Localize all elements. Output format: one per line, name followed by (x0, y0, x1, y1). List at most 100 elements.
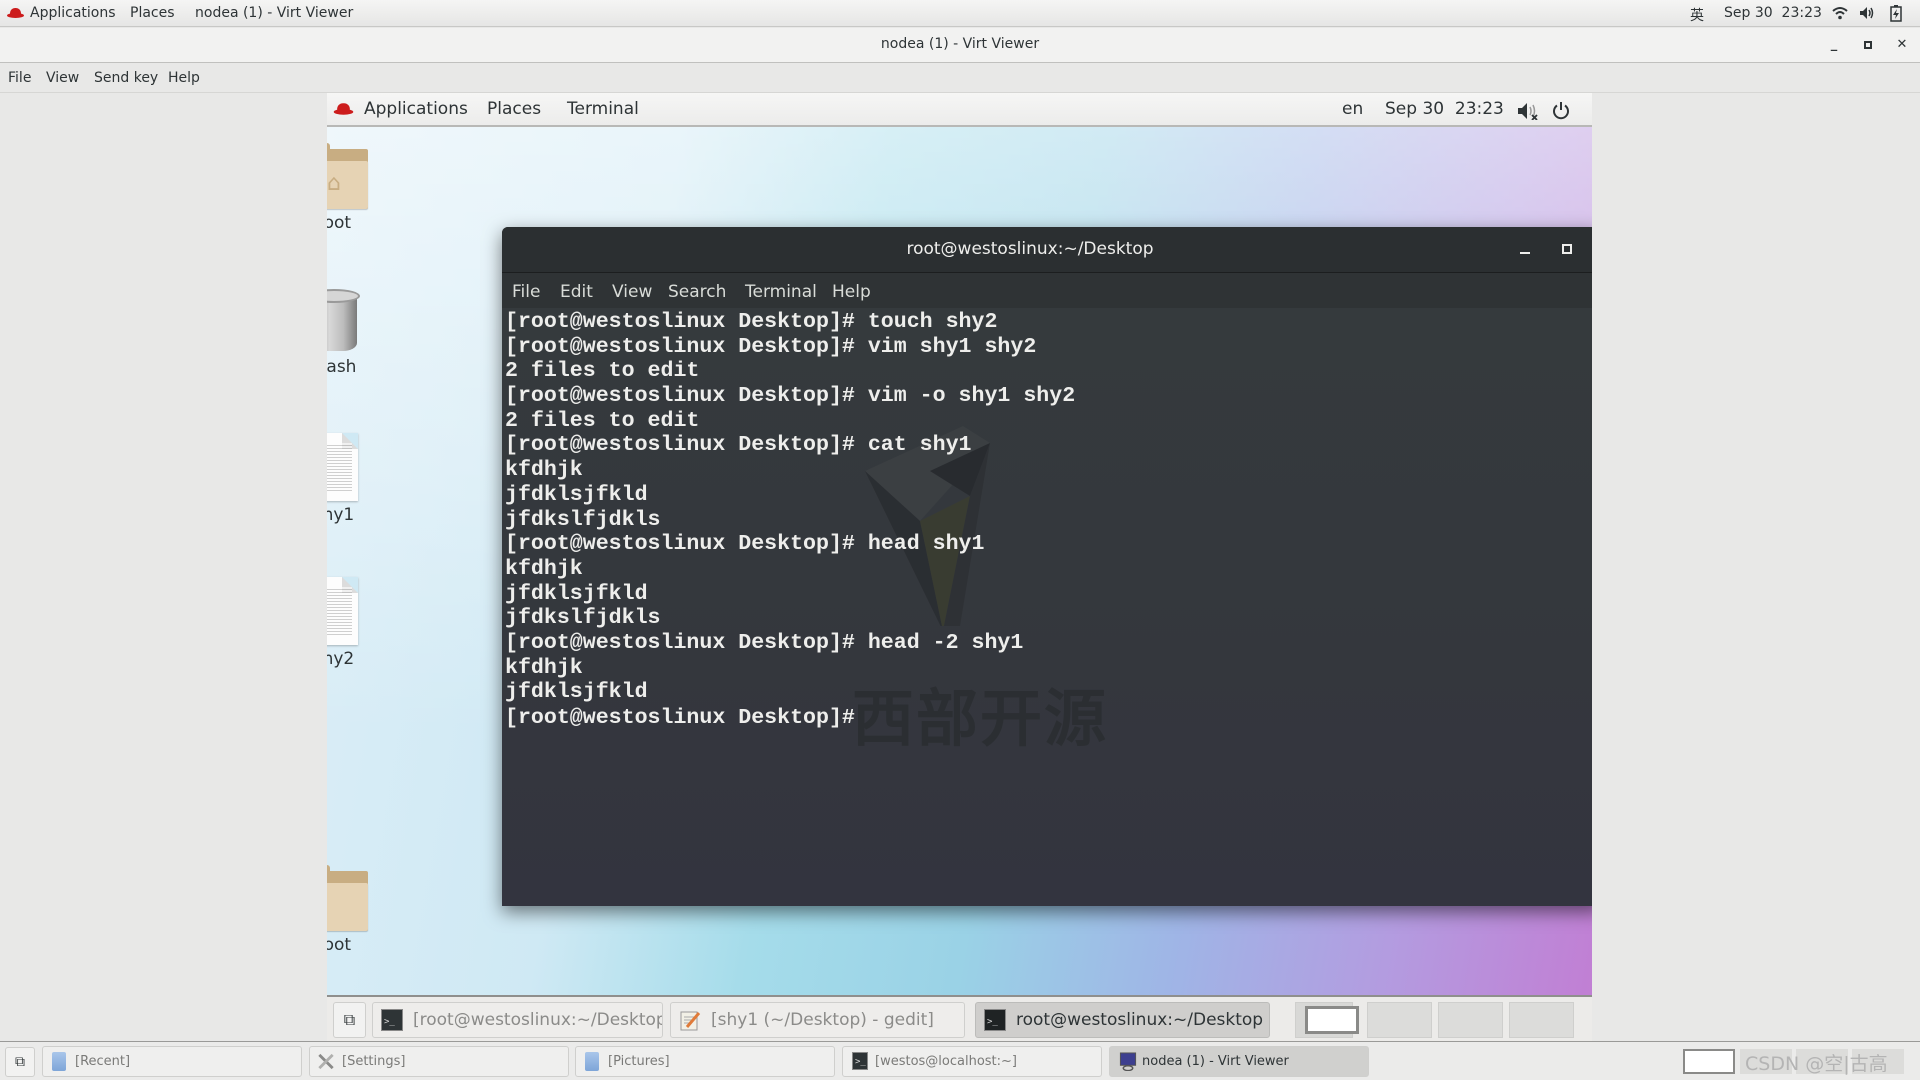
desktop-icon-trash[interactable]: Trash (327, 289, 389, 377)
terminal-menu-help[interactable]: Help (832, 282, 871, 302)
viewer-titlebar: nodea (1) - Virt Viewer _ ✕ (0, 28, 1920, 63)
terminal-line: kfdhjk (505, 655, 583, 680)
battery-icon[interactable] (1890, 5, 1902, 22)
terminal-icon (381, 1005, 403, 1037)
host-task-recent[interactable]: [Recent] (42, 1046, 302, 1077)
guest-desktop[interactable]: ⌂ root Trash shy1 shy2 root root@westosl… (327, 127, 1592, 995)
host-task-label: nodea (1) - Virt Viewer (1142, 1054, 1289, 1069)
terminal-line: [root@westoslinux Desktop]# touch shy2 (505, 310, 998, 334)
terminal-line: [root@westoslinux Desktop]# head shy1 (505, 532, 985, 557)
host-task-pictures[interactable]: [Pictures] (575, 1046, 835, 1077)
terminal-window[interactable]: root@westoslinux:~/Desktop ✕ File Edit V… (502, 227, 1592, 906)
workspace-1[interactable] (1305, 1006, 1359, 1034)
gedit-icon (680, 1011, 701, 1031)
guest-language-indicator[interactable]: en (1342, 99, 1363, 119)
host-places-menu[interactable]: Places (130, 5, 175, 21)
terminal-minimize-button[interactable] (1515, 239, 1535, 258)
home-folder-icon: ⌂ (327, 143, 368, 209)
terminal-menu-file[interactable]: File (512, 282, 540, 302)
viewer-menu-help[interactable]: Help (168, 70, 200, 86)
wifi-icon[interactable] (1832, 6, 1848, 20)
terminal-output[interactable]: 西部开源 [root@westoslinux Desktop]# touch s… (502, 308, 1592, 906)
host-show-desktop-button[interactable]: ⧉ (5, 1047, 35, 1077)
desktop-icon-label: shy2 (327, 649, 355, 669)
terminal-line: [root@westoslinux Desktop]# (505, 705, 1075, 730)
host-taskbar: ⧉ [Recent] [Settings] [Pictures] [westos… (0, 1041, 1920, 1080)
terminal-line: kfdhjk (505, 556, 583, 581)
terminal-line: jfdklsjfkld (505, 482, 648, 507)
terminal-icon (852, 1048, 868, 1076)
terminal-maximize-button[interactable] (1557, 239, 1577, 258)
host-clock[interactable]: Sep 30 23:23 (1724, 5, 1822, 21)
folder-icon (585, 1052, 599, 1071)
text-file-icon (327, 577, 358, 645)
folder-icon (52, 1052, 66, 1071)
terminal-line: jfdklsjfkld (505, 680, 648, 705)
guest-task-terminal-active[interactable]: root@westoslinux:~/Desktop (975, 1002, 1270, 1038)
terminal-title: root@westoslinux:~/Desktop (906, 239, 1154, 259)
guest-task-gedit[interactable]: [shy1 (~/Desktop) - gedit] (670, 1002, 965, 1038)
desktop-icon-label: root (327, 213, 352, 233)
desktop-icon-label: Trash (327, 357, 357, 377)
desktop-icon-shy2[interactable]: shy2 (327, 577, 389, 669)
viewer-menubar: File View Send key Help (0, 64, 1920, 93)
guest-volume-muted-icon[interactable] (1517, 102, 1539, 120)
trash-icon (327, 289, 360, 353)
volume-icon[interactable] (1859, 6, 1875, 20)
terminal-line: jfdkslfjdkls (505, 606, 661, 631)
desktop-icon-label: root (327, 935, 352, 955)
terminal-line: jfdklsjfkld (505, 581, 648, 606)
host-task-label: [Pictures] (608, 1054, 670, 1069)
guest-show-desktop-button[interactable]: ⧉ (333, 1002, 366, 1038)
guest-terminal-menu[interactable]: Terminal (567, 99, 639, 119)
terminal-titlebar[interactable]: root@westoslinux:~/Desktop ✕ (502, 227, 1592, 273)
text-file-icon (327, 433, 358, 501)
guest-taskbar: ⧉ [root@westoslinux:~/Desktop] [shy1 (~/… (327, 995, 1592, 1041)
host-task-westos-terminal[interactable]: [westos@localhost:~] (842, 1046, 1102, 1077)
workspace-3[interactable] (1438, 1002, 1503, 1038)
host-active-app-menu[interactable]: nodea (1) - Virt Viewer (195, 5, 353, 21)
terminal-menu-terminal[interactable]: Terminal (745, 282, 817, 302)
guest-display[interactable]: Applications Places Terminal en Sep 30 2… (327, 93, 1592, 1041)
input-method-indicator[interactable]: 英 (1690, 5, 1704, 25)
guest-power-icon[interactable] (1552, 101, 1570, 120)
terminal-menu-search[interactable]: Search (668, 282, 726, 302)
viewer-menu-view[interactable]: View (46, 70, 79, 86)
guest-applications-menu[interactable]: Applications (364, 99, 468, 119)
terminal-line: 2 files to edit (505, 408, 700, 433)
host-task-settings[interactable]: [Settings] (309, 1046, 569, 1077)
desktop-icon-label: shy1 (327, 505, 355, 525)
guest-task-terminal-1[interactable]: [root@westoslinux:~/Desktop] (372, 1002, 663, 1038)
csdn-watermark: CSDN @空|古高 (1745, 1053, 1888, 1075)
host-workspace-1[interactable] (1683, 1049, 1735, 1074)
terminal-lines: [root@westoslinux Desktop]# touch shy2 [r… (505, 310, 1075, 730)
desktop-icon-home-folder[interactable]: ⌂ root (327, 143, 389, 233)
guest-clock[interactable]: Sep 30 23:23 (1385, 99, 1504, 119)
host-task-label: [Settings] (342, 1054, 406, 1069)
workspace-4[interactable] (1509, 1002, 1574, 1038)
terminal-menu-view[interactable]: View (612, 282, 652, 302)
viewer-maximize-button[interactable] (1856, 34, 1880, 56)
host-applications-menu[interactable]: Applications (30, 5, 116, 21)
viewer-window-title: nodea (1) - Virt Viewer (880, 36, 1040, 52)
guest-top-bar: Applications Places Terminal en Sep 30 2… (327, 93, 1592, 127)
terminal-line: [root@westoslinux Desktop]# vim shy1 shy… (505, 334, 1037, 359)
viewer-minimize-button[interactable]: _ (1822, 34, 1846, 56)
terminal-line: kfdhjk (505, 458, 583, 483)
desktop-icon-root-folder[interactable]: root (327, 865, 389, 955)
host-task-virt-viewer[interactable]: nodea (1) - Virt Viewer (1109, 1046, 1369, 1077)
terminal-menu-edit[interactable]: Edit (560, 282, 593, 302)
guest-places-menu[interactable]: Places (487, 99, 541, 119)
desktop-icon-shy1[interactable]: shy1 (327, 433, 389, 525)
viewer-menu-file[interactable]: File (8, 70, 31, 86)
folder-icon (327, 865, 368, 931)
guest-redhat-logo-icon (333, 103, 354, 115)
host-task-label: [Recent] (75, 1054, 131, 1069)
terminal-line: jfdkslfjdkls (505, 507, 661, 532)
terminal-line: 2 files to edit (505, 359, 700, 384)
guest-task-label: [shy1 (~/Desktop) - gedit] (711, 1010, 934, 1030)
viewer-close-button[interactable]: ✕ (1890, 34, 1914, 56)
viewer-menu-send-key[interactable]: Send key (94, 70, 158, 86)
host-task-label: [westos@localhost:~] (875, 1054, 1017, 1069)
workspace-2[interactable] (1367, 1002, 1432, 1038)
